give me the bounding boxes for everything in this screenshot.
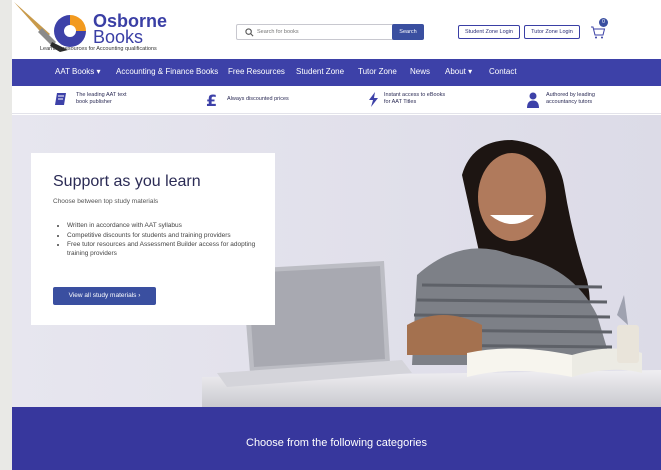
osborne-logo-icon[interactable] bbox=[52, 13, 88, 49]
search-input[interactable] bbox=[257, 26, 387, 38]
usp-text-line2: book publisher bbox=[76, 99, 112, 105]
categories-section: Choose from the following categories bbox=[12, 407, 661, 470]
nav-item-accounting-finance-books[interactable]: Accounting & Finance Books bbox=[116, 67, 218, 76]
hero-bullet: Competitive discounts for students and t… bbox=[67, 232, 257, 241]
view-all-study-materials-button[interactable]: View all study materials › bbox=[53, 287, 156, 305]
nav-item-about[interactable]: About ▾ bbox=[445, 67, 472, 76]
pound-icon: £ bbox=[206, 92, 217, 108]
hero-bullet: Free tutor resources and Assessment Buil… bbox=[67, 241, 257, 258]
person-icon bbox=[527, 92, 539, 108]
search-button[interactable]: Search bbox=[392, 24, 424, 40]
hero-banner: Support as you learn Choose between top … bbox=[12, 115, 661, 407]
nav-item-student-zone[interactable]: Student Zone bbox=[296, 67, 344, 76]
student-zone-login-button[interactable]: Student Zone Login bbox=[458, 25, 520, 39]
hero-subtitle: Choose between top study materials bbox=[53, 198, 159, 205]
usp-bar: The leading AAT text book publisher £ Al… bbox=[12, 86, 661, 114]
hero-title: Support as you learn bbox=[53, 173, 201, 190]
nav-item-free-resources[interactable]: Free Resources bbox=[228, 67, 285, 76]
search-icon bbox=[245, 28, 254, 37]
hero-bullet: Written in accordance with AAT syllabus bbox=[67, 222, 257, 231]
usp-text-line2: for AAT Titles bbox=[384, 99, 417, 105]
hero-card: Support as you learn Choose between top … bbox=[31, 153, 275, 325]
main-nav: AAT Books ▾ Accounting & Finance Books F… bbox=[12, 59, 661, 86]
brand-name-line2[interactable]: Books bbox=[93, 28, 143, 46]
brand-tagline: Learning resources for Accounting qualif… bbox=[40, 46, 157, 52]
nav-item-news[interactable]: News bbox=[410, 67, 430, 76]
usp-item: The leading AAT text book publisher bbox=[54, 92, 174, 108]
usp-text-line1: Authored by leading bbox=[546, 92, 595, 98]
cart-count-badge: 0 bbox=[599, 18, 608, 27]
usp-text-line1: Always discounted prices bbox=[227, 96, 289, 102]
nav-item-contact[interactable]: Contact bbox=[489, 67, 517, 76]
usp-text-line1: Instant access to eBooks bbox=[384, 92, 446, 98]
lightning-icon bbox=[369, 92, 378, 107]
categories-title: Choose from the following categories bbox=[246, 437, 427, 449]
site-header: Osborne Books Learning resources for Acc… bbox=[12, 0, 661, 58]
usp-text-line2: accountancy tutors bbox=[546, 99, 593, 105]
nav-item-tutor-zone[interactable]: Tutor Zone bbox=[358, 67, 397, 76]
usp-text-line1: The leading AAT text bbox=[76, 92, 127, 98]
usp-item: Authored by leading accountancy tutors bbox=[526, 92, 646, 108]
usp-item: £ Always discounted prices bbox=[205, 92, 325, 108]
nav-item-aat-books[interactable]: AAT Books ▾ bbox=[55, 67, 101, 76]
svg-text:£: £ bbox=[206, 92, 217, 108]
page: Osborne Books Learning resources for Acc… bbox=[12, 0, 661, 470]
search-box bbox=[236, 24, 396, 40]
usp-item: Instant access to eBooks for AAT Titles bbox=[368, 92, 488, 108]
hero-bullet-list: Written in accordance with AAT syllabus … bbox=[67, 222, 257, 259]
tutor-zone-login-button[interactable]: Tutor Zone Login bbox=[524, 25, 580, 39]
book-icon bbox=[55, 93, 66, 105]
